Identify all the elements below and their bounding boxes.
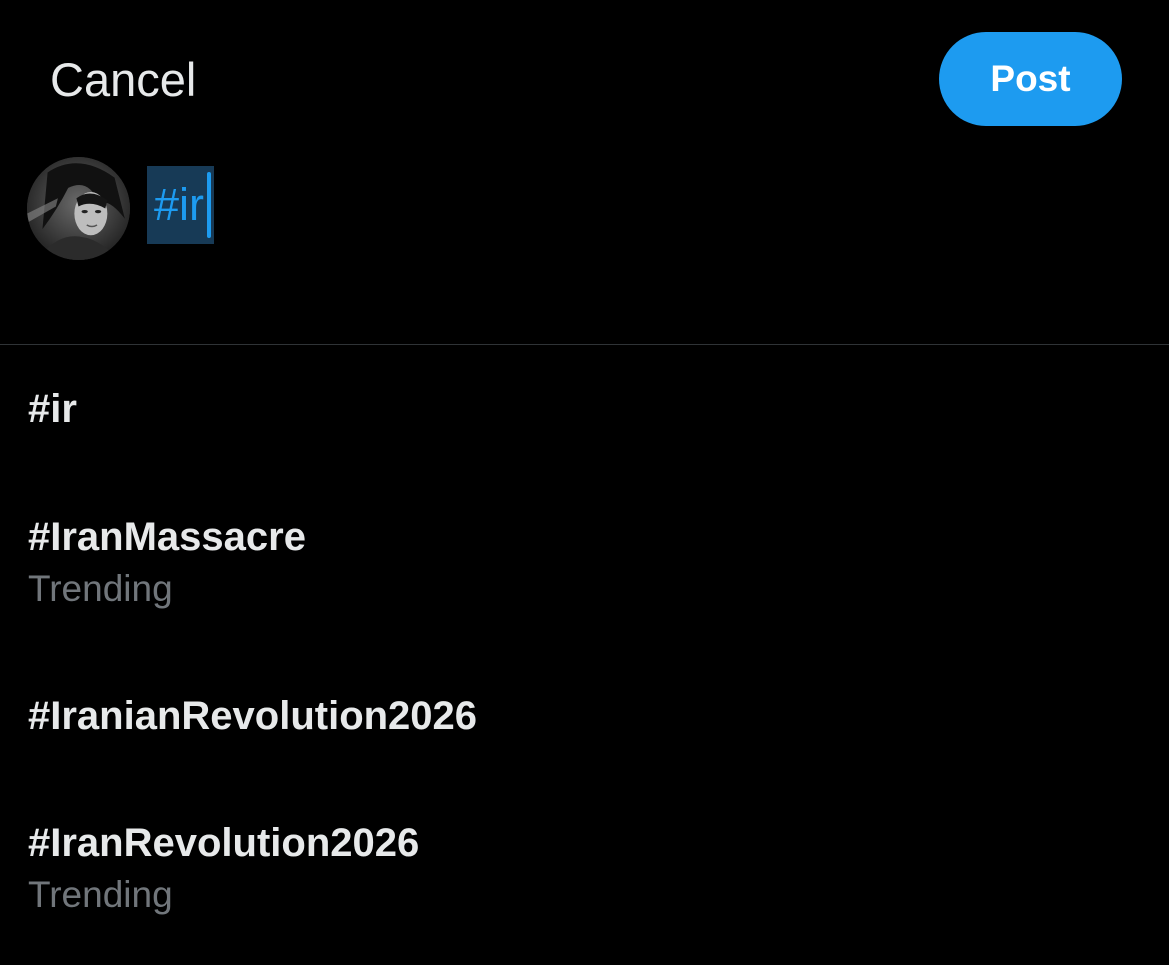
suggestion-trending-label: Trending — [28, 874, 173, 915]
suggestion-hashtag: #ir — [28, 387, 77, 431]
suggestion-trending-label: Trending — [28, 568, 173, 609]
suggestion-item-3[interactable]: #IranianRevolution2026 — [28, 692, 477, 740]
suggestion-hashtag: #IranianRevolution2026 — [28, 694, 478, 738]
divider — [0, 344, 1169, 345]
avatar[interactable] — [27, 157, 130, 260]
avatar-photo — [27, 157, 130, 260]
suggestion-hashtag: #IranMassacre — [28, 515, 306, 559]
suggestion-item-2[interactable]: #IranMassacre Trending — [28, 513, 306, 611]
post-button[interactable]: Post — [939, 32, 1122, 126]
suggestion-item-4[interactable]: #IranRevolution2026 Trending — [28, 819, 419, 917]
text-caret — [207, 172, 212, 238]
suggestion-item-1[interactable]: #ir — [28, 385, 77, 433]
cancel-button[interactable]: Cancel — [50, 52, 196, 108]
compose-input[interactable]: #ir — [147, 166, 215, 244]
suggestion-hashtag: #IranRevolution2026 — [28, 821, 420, 865]
compose-text[interactable]: #ir — [147, 166, 215, 244]
